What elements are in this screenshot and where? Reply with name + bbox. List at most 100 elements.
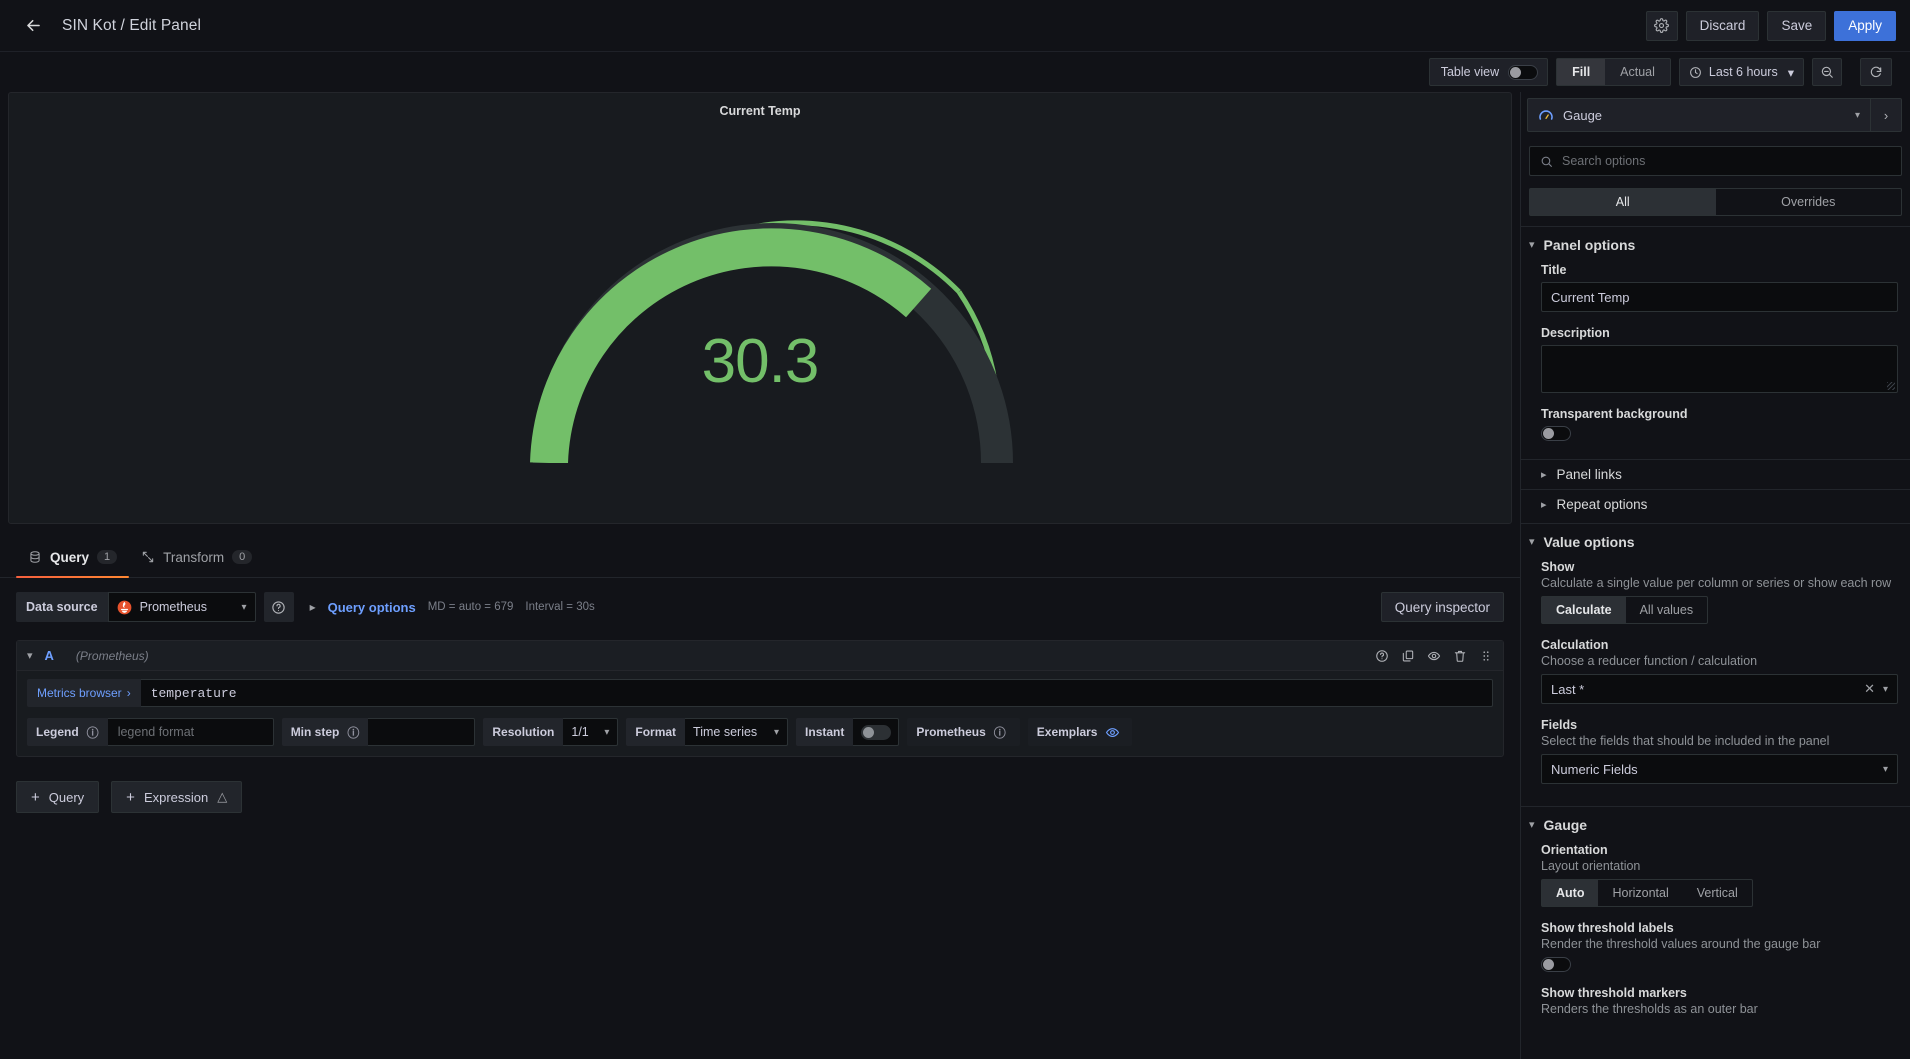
datasource-help-button[interactable] xyxy=(263,592,294,622)
min-step-label: Min step ⓘ xyxy=(281,718,369,746)
viz-picker-expand[interactable]: › xyxy=(1870,98,1902,132)
info-circle-icon[interactable]: ⓘ xyxy=(87,724,99,741)
add-expression-button[interactable]: + Expression △ xyxy=(111,781,243,813)
visualization-picker[interactable]: Gauge ▾ › xyxy=(1527,98,1902,132)
query-row-card: ▾ A (Prometheus) Metrics browser › tempe… xyxy=(16,640,1504,757)
query-inspector-button[interactable]: Query inspector xyxy=(1380,592,1504,622)
options-pane: Gauge ▾ › All Overrides ▾ xyxy=(1520,92,1910,1059)
collapse-caret-icon[interactable]: ▾ xyxy=(27,649,33,662)
repeat-options-label: Repeat options xyxy=(1556,497,1648,512)
tab-transform[interactable]: Transform 0 xyxy=(129,537,264,577)
repeat-options-row[interactable]: ▸ Repeat options xyxy=(1521,489,1910,519)
eye-icon[interactable] xyxy=(1427,649,1441,663)
format-select[interactable]: Time series ▾ xyxy=(685,718,789,746)
panel-description-textarea[interactable] xyxy=(1541,345,1898,393)
query-datasource-note: (Prometheus) xyxy=(75,648,149,663)
query-row-body: Metrics browser › temperature Legend ⓘ l… xyxy=(17,671,1503,756)
trash-icon[interactable] xyxy=(1453,649,1467,663)
datasource-select[interactable]: Prometheus ▾ xyxy=(107,592,256,622)
chevron-right-icon: › xyxy=(126,686,131,700)
add-query-button[interactable]: + Query xyxy=(16,781,100,813)
info-circle-icon[interactable]: ⓘ xyxy=(347,724,359,741)
clear-icon[interactable]: ✕ xyxy=(1864,681,1875,697)
plus-icon: + xyxy=(31,788,40,806)
gauge-icon xyxy=(1539,110,1553,120)
calculation-select[interactable]: Last * ✕ ▾ xyxy=(1541,674,1898,704)
help-circle-icon[interactable] xyxy=(1375,649,1389,663)
actual-option[interactable]: Actual xyxy=(1605,59,1670,85)
gauge-panel[interactable]: Current Temp 30.3 xyxy=(8,92,1512,524)
tab-overrides[interactable]: Overrides xyxy=(1716,189,1902,215)
fields-select[interactable]: Numeric Fields ▾ xyxy=(1541,754,1898,784)
orientation-horizontal-option[interactable]: Horizontal xyxy=(1598,880,1682,906)
breadcrumb[interactable]: SIN Kot / Edit Panel xyxy=(62,17,201,35)
options-scroll-area[interactable]: ▾ Panel options Title Current Temp Descr… xyxy=(1521,226,1910,1059)
resolution-select[interactable]: 1/1 ▾ xyxy=(563,718,619,746)
tab-transform-label: Transform xyxy=(163,549,225,565)
min-step-input[interactable] xyxy=(368,718,476,746)
show-radio-group: Calculate All values xyxy=(1541,596,1709,624)
sub-toolbar: Table view Fill Actual Last 6 hours ▾ xyxy=(0,52,1910,92)
info-circle-icon[interactable]: ⓘ xyxy=(994,724,1006,741)
instant-switch[interactable] xyxy=(860,724,891,740)
metrics-browser-button[interactable]: Metrics browser › xyxy=(27,679,141,707)
chevron-right-icon[interactable]: ▸ xyxy=(310,600,316,614)
panel-links-row[interactable]: ▸ Panel links xyxy=(1521,459,1910,489)
apply-button[interactable]: Apply xyxy=(1834,10,1896,41)
orientation-auto-option[interactable]: Auto xyxy=(1542,880,1599,906)
zoom-out-button[interactable] xyxy=(1812,58,1842,86)
save-button[interactable]: Save xyxy=(1767,10,1827,41)
visualization-wrapper: Current Temp 30.3 xyxy=(0,92,1520,524)
format-value: Time series xyxy=(693,725,758,739)
datasource-label: Data source xyxy=(16,592,108,622)
transparent-background-switch[interactable] xyxy=(1541,426,1571,441)
tab-all[interactable]: All xyxy=(1530,189,1716,215)
promql-expression-input[interactable]: temperature xyxy=(140,679,1493,707)
resolution-value: 1/1 xyxy=(571,725,589,739)
refresh-button[interactable] xyxy=(1860,58,1892,86)
table-view-switch[interactable] xyxy=(1508,64,1539,80)
value-options-body: Show Calculate a single value per column… xyxy=(1521,550,1910,802)
gear-icon xyxy=(1654,18,1670,33)
exemplars-field: Exemplars xyxy=(1027,718,1133,746)
back-button[interactable] xyxy=(18,11,48,41)
gauge-svg xyxy=(530,220,1013,463)
prometheus-icon xyxy=(117,600,131,614)
drag-handle-icon[interactable] xyxy=(1479,649,1493,663)
show-all-values-option[interactable]: All values xyxy=(1626,597,1708,623)
fill-option[interactable]: Fill xyxy=(1557,59,1606,85)
resize-grip-icon[interactable] xyxy=(1887,382,1895,390)
panel-settings-button[interactable] xyxy=(1645,10,1678,41)
chevron-down-icon: ▾ xyxy=(1529,535,1535,548)
viz-picker-toggle[interactable]: Gauge ▾ xyxy=(1527,98,1870,132)
orientation-radio-group: Auto Horizontal Vertical xyxy=(1541,879,1753,907)
chevron-down-icon: ▾ xyxy=(604,726,610,738)
tab-query-count: 1 xyxy=(97,550,118,564)
min-step-field: Min step ⓘ xyxy=(281,718,476,746)
show-calculate-option[interactable]: Calculate xyxy=(1542,597,1626,623)
table-view-toggle-group[interactable]: Table view xyxy=(1428,58,1549,86)
threshold-labels-switch[interactable] xyxy=(1541,957,1571,972)
exemplars-label-group[interactable]: Exemplars xyxy=(1027,718,1133,746)
orientation-field: Orientation Layout orientation Auto Hori… xyxy=(1541,843,1898,907)
discard-button[interactable]: Discard xyxy=(1685,10,1760,41)
value-options-header[interactable]: ▾ Value options xyxy=(1521,534,1910,550)
description-label: Description xyxy=(1541,326,1610,340)
options-search[interactable] xyxy=(1529,146,1902,176)
viz-name: Gauge xyxy=(1563,107,1603,123)
panel-options-header[interactable]: ▾ Panel options xyxy=(1521,237,1910,253)
query-options-link[interactable]: Query options xyxy=(328,600,416,615)
time-range-picker[interactable]: Last 6 hours ▾ xyxy=(1678,58,1804,86)
gauge-options-header[interactable]: ▾ Gauge xyxy=(1521,817,1910,833)
chevron-down-icon: ▾ xyxy=(1882,763,1888,775)
time-range-label: Last 6 hours xyxy=(1708,65,1778,79)
query-ref-id[interactable]: A xyxy=(45,648,54,663)
legend-field: Legend ⓘ legend format xyxy=(27,718,274,746)
eye-icon[interactable] xyxy=(1105,725,1120,740)
tab-query[interactable]: Query 1 xyxy=(16,537,130,578)
orientation-vertical-option[interactable]: Vertical xyxy=(1683,880,1752,906)
search-input[interactable] xyxy=(1562,154,1891,168)
legend-input[interactable]: legend format xyxy=(107,718,274,746)
duplicate-icon[interactable] xyxy=(1401,649,1415,663)
panel-title-input[interactable]: Current Temp xyxy=(1541,282,1898,312)
